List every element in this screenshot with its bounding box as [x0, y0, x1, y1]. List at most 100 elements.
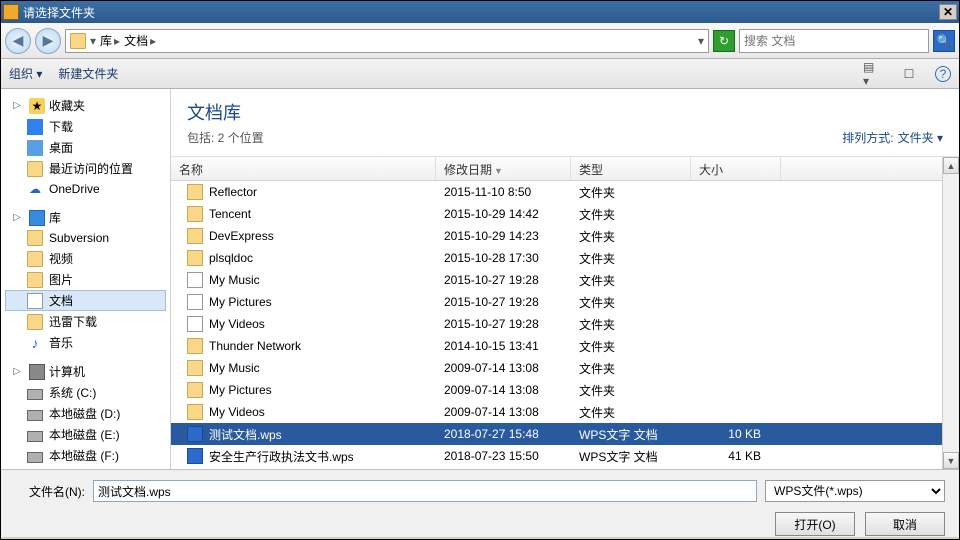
file-row[interactable]: My Pictures2015-10-27 19:28文件夹 [171, 291, 942, 313]
file-row[interactable]: Thunder Network2014-10-15 13:41文件夹 [171, 335, 942, 357]
cloud-icon: ☁ [27, 181, 43, 197]
scroll-down-icon[interactable]: ▼ [943, 452, 959, 469]
file-list: Reflector2015-11-10 8:50文件夹Tencent2015-1… [171, 181, 942, 469]
folder-icon [187, 382, 203, 398]
forward-button[interactable]: ▶ [35, 28, 61, 54]
folder-icon [187, 184, 203, 200]
toolbar: 组织 ▾ 新建文件夹 ▤ ▾ ☐ ? [1, 59, 959, 89]
new-folder-button[interactable]: 新建文件夹 [58, 65, 118, 82]
sidebar-item[interactable]: 下载 [5, 116, 166, 137]
refresh-button[interactable]: ↻ [713, 30, 735, 52]
sidebar-item[interactable]: 最近访问的位置 [5, 158, 166, 179]
window-title: 请选择文件夹 [23, 4, 939, 21]
help-icon[interactable]: ? [935, 66, 951, 82]
folder-icon [27, 314, 43, 330]
file-row[interactable]: My Videos2009-07-14 13:08文件夹 [171, 401, 942, 423]
file-row[interactable]: My Videos2015-10-27 19:28文件夹 [171, 313, 942, 335]
doc-icon [27, 293, 43, 309]
dl-icon [27, 119, 43, 135]
sidebar-favorites: ▷★收藏夹 下载桌面最近访问的位置☁OneDrive [5, 95, 166, 199]
sidebar-favorites-header[interactable]: ▷★收藏夹 [5, 95, 166, 116]
column-type[interactable]: 类型 [571, 157, 691, 180]
sidebar-item[interactable]: 本地磁盘 (E:) [5, 424, 166, 445]
folder-icon [187, 360, 203, 376]
folder-icon [187, 206, 203, 222]
file-row[interactable]: 测试文档.wps2018-07-27 15:48WPS文字 文档10 KB [171, 423, 942, 445]
file-row[interactable]: 安全生产行政执法文书.wps2018-07-23 15:50WPS文字 文档41… [171, 445, 942, 467]
content-pane: ▷★收藏夹 下载桌面最近访问的位置☁OneDrive ▷库 Subversion… [1, 89, 959, 469]
drive-icon [27, 389, 43, 400]
sidebar-libraries: ▷库 Subversion视频图片文档迅雷下载♪音乐 [5, 207, 166, 353]
search-button[interactable]: 🔍 [933, 30, 955, 52]
sidebar-item[interactable]: 桌面 [5, 137, 166, 158]
scrollbar-vertical[interactable]: ▲ ▼ [942, 157, 959, 469]
sidebar-computer: ▷计算机 系统 (C:)本地磁盘 (D:)本地磁盘 (E:)本地磁盘 (F:) [5, 361, 166, 466]
short-icon [187, 316, 203, 332]
page-title: 文档库 [187, 99, 264, 125]
folder-icon [27, 272, 43, 288]
music-icon: ♪ [27, 335, 43, 351]
desk-icon [27, 140, 43, 156]
sidebar-item[interactable]: 本地磁盘 (D:) [5, 403, 166, 424]
sidebar-item[interactable]: 迅雷下载 [5, 311, 166, 332]
file-row[interactable]: Reflector2015-11-10 8:50文件夹 [171, 181, 942, 203]
breadcrumb-dropdown-icon[interactable]: ▾ [90, 34, 96, 48]
address-bar[interactable]: ▾ 库 ▸ 文档 ▸ ▾ [65, 29, 709, 53]
titlebar: 请选择文件夹 ✕ [1, 1, 959, 23]
sidebar-item[interactable]: 系统 (C:) [5, 382, 166, 403]
page-subtitle: 包括: 2 个位置 [187, 129, 264, 146]
file-type-filter[interactable]: WPS文件(*.wps) [765, 480, 945, 502]
main-pane: 文档库 包括: 2 个位置 排列方式: 文件夹 ▾ 名称 修改日期▼ 类型 大小… [171, 89, 959, 469]
sidebar-item[interactable]: ☁OneDrive [5, 179, 166, 199]
column-name[interactable]: 名称 [171, 157, 436, 180]
breadcrumb-seg[interactable]: 文档 ▸ [124, 32, 156, 49]
file-row[interactable]: My Music2015-10-27 19:28文件夹 [171, 269, 942, 291]
scroll-up-icon[interactable]: ▲ [943, 157, 959, 174]
search-box[interactable] [739, 29, 929, 53]
sidebar-computer-header[interactable]: ▷计算机 [5, 361, 166, 382]
organize-menu[interactable]: 组织 ▾ [9, 65, 42, 82]
folder-icon [27, 251, 43, 267]
short-icon [187, 294, 203, 310]
arrange-by[interactable]: 排列方式: 文件夹 ▾ [842, 129, 943, 146]
file-row[interactable]: DevExpress2015-10-29 14:23文件夹 [171, 225, 942, 247]
app-icon [3, 4, 19, 20]
chevron-down-icon[interactable]: ▾ [698, 34, 704, 48]
navbar: ◀ ▶ ▾ 库 ▸ 文档 ▸ ▾ ↻ 🔍 [1, 23, 959, 59]
folder-icon [187, 250, 203, 266]
sidebar-item[interactable]: 本地磁盘 (F:) [5, 445, 166, 466]
sidebar-item[interactable]: 视频 [5, 248, 166, 269]
folder-icon [70, 33, 86, 49]
short-icon [187, 272, 203, 288]
filename-input[interactable] [93, 480, 757, 502]
preview-pane-icon[interactable]: ☐ [899, 64, 919, 84]
wps-icon [187, 426, 203, 442]
sidebar-item[interactable]: 文档 [5, 290, 166, 311]
wps-icon [187, 448, 203, 464]
library-header: 文档库 包括: 2 个位置 排列方式: 文件夹 ▾ [171, 89, 959, 157]
footer: 文件名(N): WPS文件(*.wps) 打开(O) 取消 [1, 469, 959, 537]
folder-icon [187, 228, 203, 244]
open-button[interactable]: 打开(O) [775, 512, 855, 536]
folder-icon [27, 161, 43, 177]
view-switch-icon[interactable]: ▤ ▾ [863, 64, 883, 84]
folder-icon [187, 404, 203, 420]
sidebar-libraries-header[interactable]: ▷库 [5, 207, 166, 228]
close-button[interactable]: ✕ [939, 4, 957, 20]
sidebar-item[interactable]: 图片 [5, 269, 166, 290]
drive-icon [27, 452, 43, 463]
cancel-button[interactable]: 取消 [865, 512, 945, 536]
file-row[interactable]: My Pictures2009-07-14 13:08文件夹 [171, 379, 942, 401]
sidebar-item[interactable]: Subversion [5, 228, 166, 248]
search-input[interactable] [744, 34, 924, 48]
column-date[interactable]: 修改日期▼ [436, 157, 571, 180]
sidebar-item[interactable]: ♪音乐 [5, 332, 166, 353]
file-row[interactable]: My Music2009-07-14 13:08文件夹 [171, 357, 942, 379]
breadcrumb-seg[interactable]: 库 ▸ [100, 32, 120, 49]
file-row[interactable]: Tencent2015-10-29 14:42文件夹 [171, 203, 942, 225]
file-row[interactable]: plsqldoc2015-10-28 17:30文件夹 [171, 247, 942, 269]
column-size[interactable]: 大小 [691, 157, 781, 180]
folder-icon [187, 338, 203, 354]
column-headers: 名称 修改日期▼ 类型 大小 [171, 157, 942, 181]
back-button[interactable]: ◀ [5, 28, 31, 54]
